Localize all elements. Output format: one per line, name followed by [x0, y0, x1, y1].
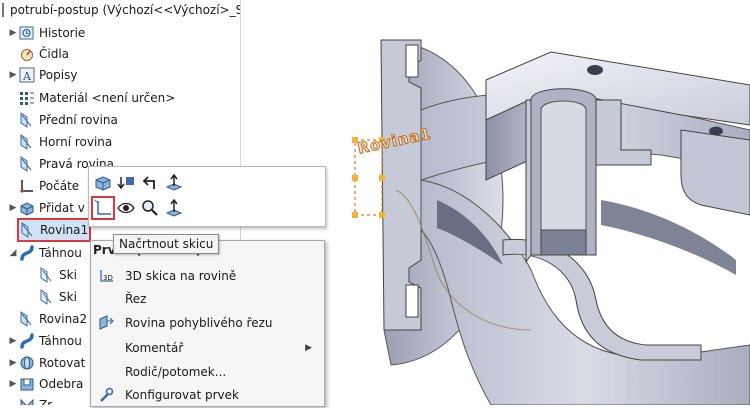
svg-text:A: A [22, 70, 32, 83]
menu-item-moving-section[interactable]: Rovina pohyblivého řezu [91, 312, 324, 334]
document-title: potrubí-postup (Výchozí<<Výchozí>_Sta [10, 2, 241, 17]
tree-item-label: Čidla [39, 47, 70, 61]
expand-arrow-icon[interactable]: ▶ [8, 358, 18, 368]
tree-item-sketch-b[interactable]: Ski [28, 287, 77, 307]
tree-item-plane1[interactable]: Rovina1 [17, 218, 91, 242]
collapse-arrow-icon[interactable]: ◢ [8, 248, 18, 258]
tree-item-label: Horní rovina [39, 135, 113, 149]
tooltip: Načrtnout skicu [113, 234, 220, 254]
plane-icon [19, 222, 36, 238]
tree-item-label: Ski [59, 290, 77, 304]
tree-item-label: Zr [39, 398, 53, 405]
undo-icon[interactable] [140, 173, 160, 193]
sketch-icon [38, 267, 55, 283]
tree-item-revolve[interactable]: ▶ Rotovat [8, 353, 86, 373]
edit-feature-icon[interactable] [93, 173, 113, 193]
tree-item-label: Počáte [39, 179, 80, 193]
tree-item-annotations[interactable]: ▶ A Popisy [8, 65, 77, 85]
context-menu: Prvek (Rovina1) 3D 3D skica na rovině Ře… [90, 240, 325, 407]
plane-icon [18, 112, 35, 128]
tree-item-history[interactable]: ▶ Historie [8, 23, 86, 43]
annotations-icon: A [18, 67, 35, 83]
tree-item-label: Odebra [39, 377, 84, 391]
extrude-icon [18, 200, 35, 216]
menu-item-section[interactable]: Řez [91, 288, 324, 310]
rollback-icon[interactable] [116, 173, 136, 193]
expand-arrow-icon[interactable]: ▶ [8, 28, 18, 38]
tree-item-sketch-a[interactable]: Ski [28, 265, 77, 285]
sensors-icon [18, 46, 35, 62]
tree-item-label: Ski [59, 268, 77, 282]
plane-icon [18, 156, 35, 172]
tree-item-label: Historie [39, 26, 86, 40]
tree-item-extrude[interactable]: ▶ Přidat v [8, 198, 85, 218]
cut-icon [18, 376, 35, 392]
part-icon [2, 2, 4, 17]
tree-item-origin[interactable]: Počáte [8, 176, 79, 196]
tree-item-label: Rotovat [39, 356, 86, 370]
tree-header[interactable]: potrubí-postup (Výchozí<<Výchozí>_Sta [0, 0, 240, 19]
tree-item-label: Přidat v [39, 201, 85, 215]
sweep-icon [18, 333, 35, 349]
submenu-arrow-icon: ▶ [305, 343, 312, 353]
tree-item-label: Táhnou [39, 334, 82, 348]
tree-item-top-plane[interactable]: Horní rovina [8, 132, 112, 152]
expand-arrow-icon[interactable]: ▶ [8, 70, 18, 80]
tree-item-material[interactable]: Materiál <není určen> [8, 88, 175, 108]
normal-to-plane-icon[interactable] [164, 198, 184, 218]
expand-arrow-icon[interactable]: ▶ [8, 336, 18, 346]
mirror-icon [18, 397, 35, 405]
tree-item-label: Přední rovina [39, 113, 118, 127]
sketch3d-icon: 3D [97, 267, 115, 285]
configure-icon [97, 386, 115, 404]
menu-item-configure[interactable]: Konfigurovat prvek [91, 384, 324, 406]
menu-item-3d-sketch[interactable]: 3D 3D skica na rovině [91, 265, 324, 287]
tree-item-label: Rovina1 [40, 223, 89, 237]
tree-item-mirror[interactable]: Zr [8, 395, 52, 405]
menu-item-parent-child[interactable]: Rodič/potomek... [91, 361, 324, 383]
tree-item-plane2[interactable]: Rovina2 [8, 309, 87, 329]
svg-text:3D: 3D [103, 274, 113, 282]
expand-arrow-icon[interactable]: ▶ [8, 379, 18, 389]
normal-to-icon[interactable] [164, 173, 184, 193]
context-toolbar [88, 166, 326, 227]
plane-icon [18, 134, 35, 150]
origin-icon [18, 178, 35, 194]
moving-section-icon [97, 314, 115, 332]
tree-item-sweep2[interactable]: ▶ Táhnou [8, 331, 82, 351]
sketch-icon[interactable] [91, 196, 115, 220]
expand-arrow-icon[interactable]: ▶ [8, 203, 18, 213]
sketch-icon [38, 289, 55, 305]
tree-item-sensors[interactable]: Čidla [8, 44, 69, 64]
sweep-icon [18, 245, 35, 261]
material-icon [18, 90, 35, 106]
tree-item-front-plane[interactable]: Přední rovina [8, 110, 118, 130]
zoom-selection-icon[interactable] [140, 198, 160, 218]
menu-item-comment[interactable]: Komentář ▶ [91, 337, 324, 359]
tree-item-sweep1[interactable]: ◢ Táhnou [8, 243, 82, 263]
tree-item-cut[interactable]: ▶ Odebra [8, 374, 84, 394]
tree-item-label: Materiál <není určen> [39, 91, 176, 105]
plane-icon [18, 311, 35, 327]
revolve-icon [18, 355, 35, 371]
tree-item-label: Popisy [39, 68, 78, 82]
tree-item-label: Táhnou [39, 246, 82, 260]
show-icon[interactable] [116, 198, 136, 218]
tree-item-label: Rovina2 [39, 312, 88, 326]
history-icon [18, 25, 35, 41]
